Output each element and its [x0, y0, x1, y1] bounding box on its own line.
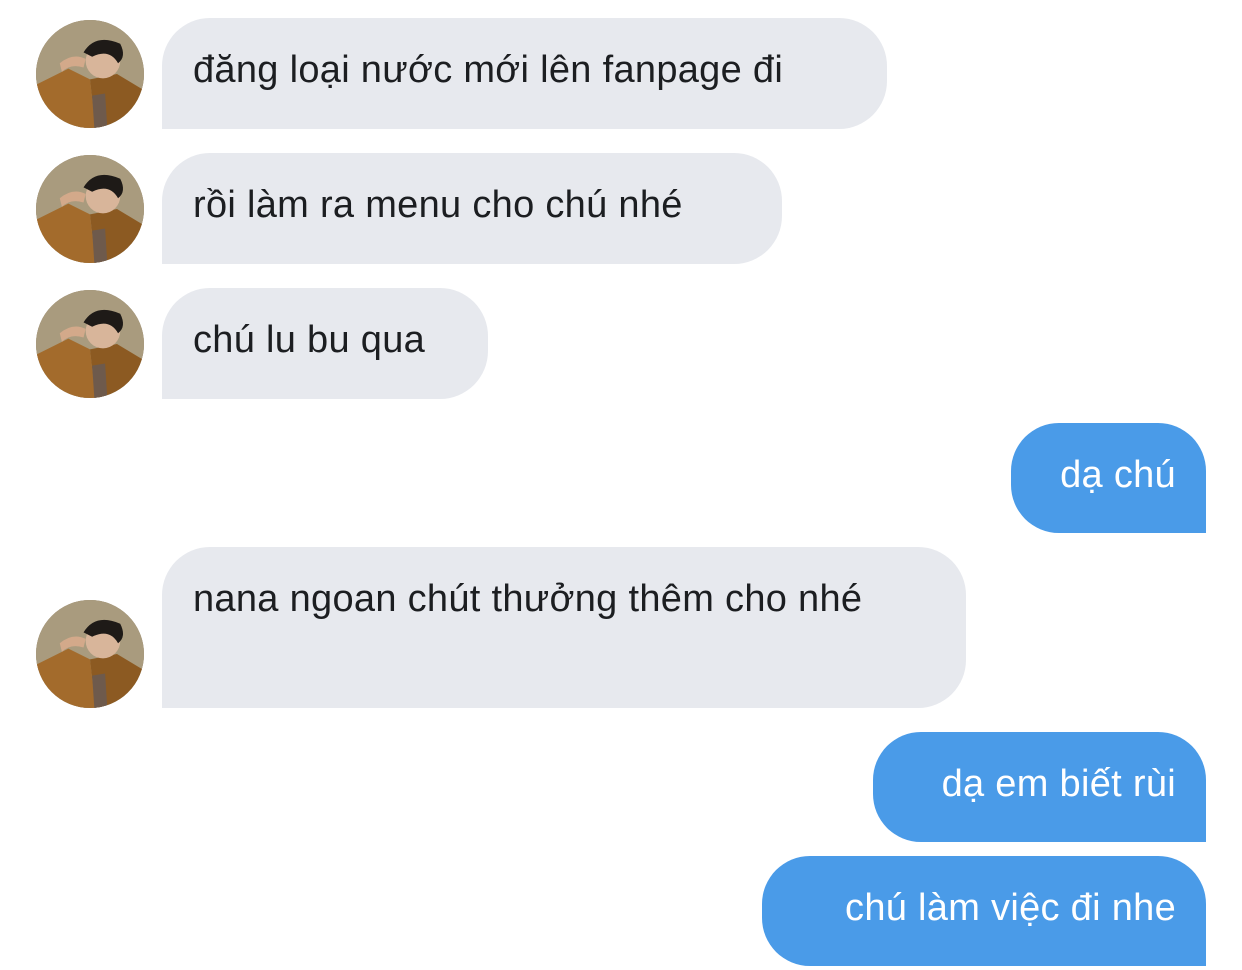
contact-photo-icon [36, 20, 144, 128]
message-text: rồi làm ra menu cho chú nhé [193, 184, 683, 226]
contact-photo-icon [36, 155, 144, 263]
message-text: nana ngoan chút thưởng thêm cho nhé [193, 578, 863, 620]
contact-photo-icon [36, 290, 144, 398]
message-text: dạ chú [1060, 454, 1176, 496]
message-bubble-incoming[interactable]: đăng loại nước mới lên fanpage đi [162, 18, 887, 129]
message-bubble-incoming[interactable]: nana ngoan chút thưởng thêm cho nhé [162, 547, 966, 708]
contact-avatar[interactable] [36, 155, 144, 263]
message-bubble-outgoing[interactable]: dạ chú [1011, 423, 1206, 533]
message-bubble-outgoing[interactable]: chú làm việc đi nhe [762, 856, 1206, 966]
message-bubble-incoming[interactable]: chú lu bu qua [162, 288, 488, 399]
message-bubble-outgoing[interactable]: dạ em biết rùi [873, 732, 1206, 842]
message-text: chú lu bu qua [193, 319, 426, 361]
contact-photo-icon [36, 600, 144, 708]
contact-avatar[interactable] [36, 600, 144, 708]
message-bubble-incoming[interactable]: rồi làm ra menu cho chú nhé [162, 153, 782, 264]
contact-avatar[interactable] [36, 20, 144, 128]
message-text: đăng loại nước mới lên fanpage đi [193, 49, 784, 91]
message-text: chú làm việc đi nhe [845, 887, 1176, 929]
contact-avatar[interactable] [36, 290, 144, 398]
message-text: dạ em biết rùi [941, 763, 1176, 805]
